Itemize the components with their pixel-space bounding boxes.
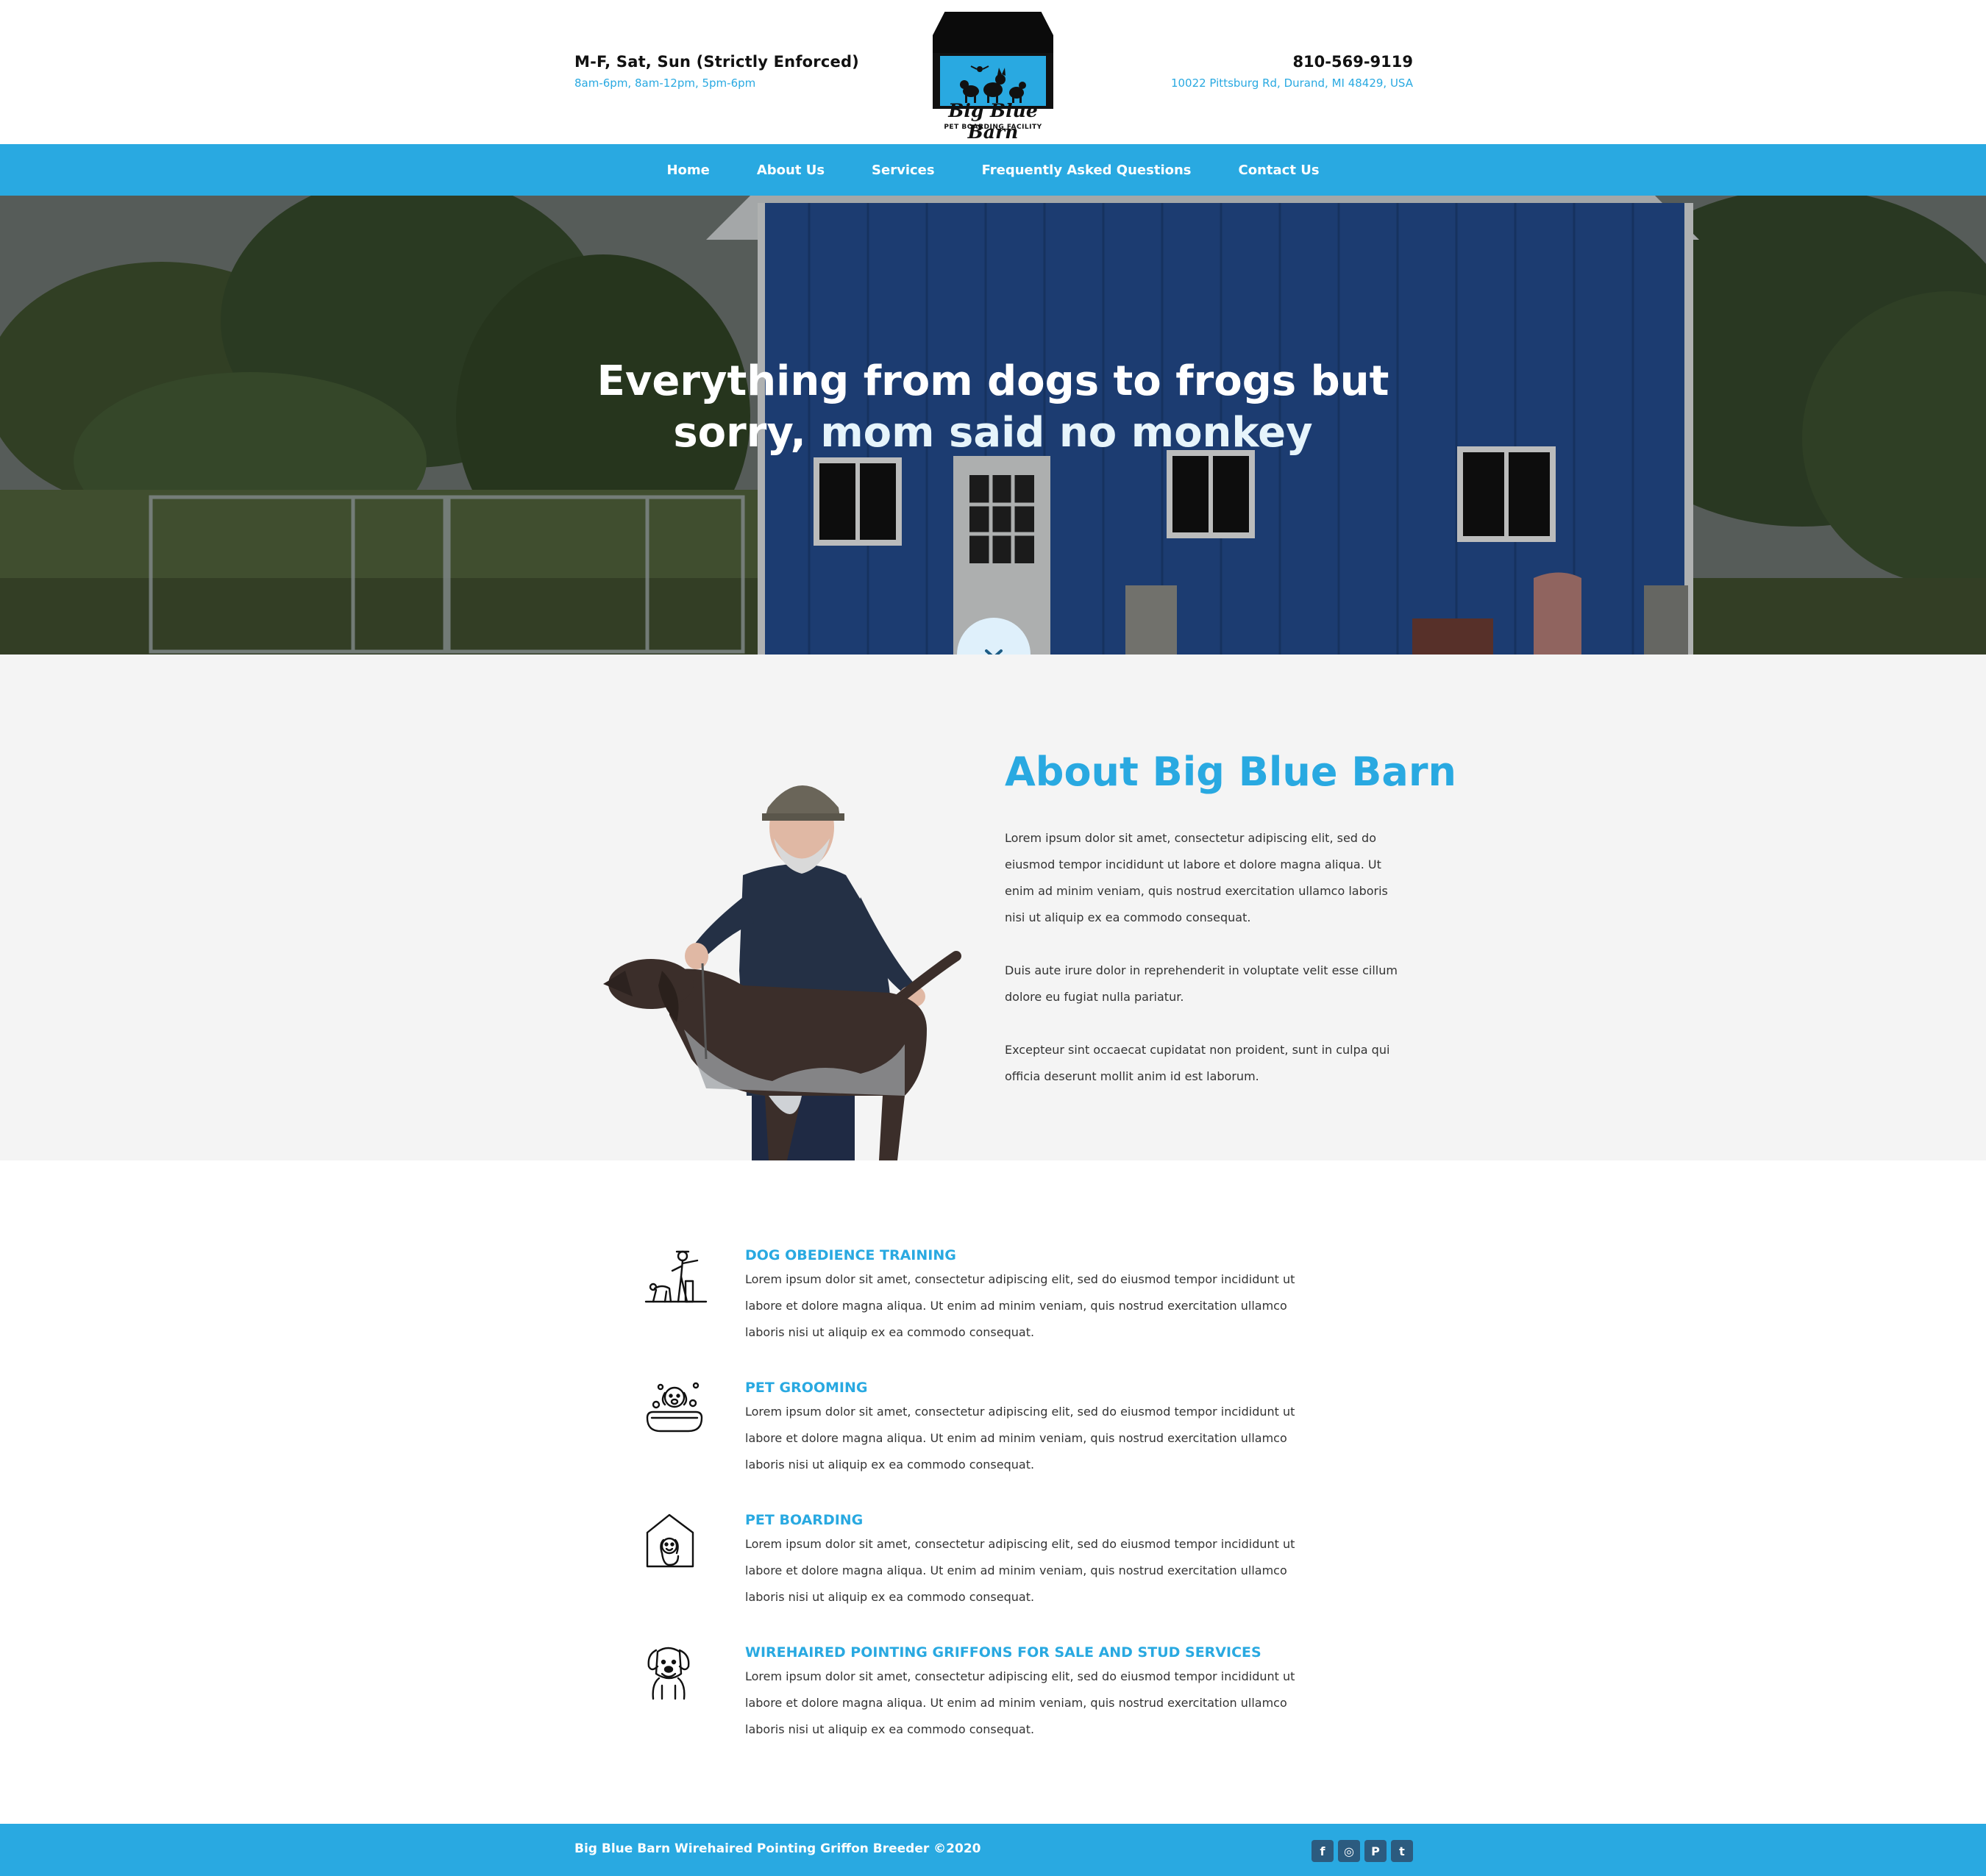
copyright-text: Big Blue Barn Wirehaired Pointing Griffo… (574, 1841, 981, 1856)
dog-house-icon (646, 1513, 694, 1568)
hero-headline: Everything from dogs to frogs but sorry,… (0, 356, 1986, 459)
phone-number[interactable]: 810-569-9119 (1171, 53, 1413, 71)
griffon-dog-icon (647, 1647, 690, 1700)
dog-bath-icon (646, 1382, 703, 1433)
site-logo[interactable]: Big Blue Barn PET BOARDING FACILITY (930, 12, 1056, 143)
pinterest-icon[interactable]: P (1364, 1840, 1387, 1862)
about-paragraph-2: Duis aute irure dolor in reprehenderit i… (1005, 963, 1398, 1004)
owner-with-dog-photo (603, 785, 961, 1160)
logo-animals-icon (960, 65, 1026, 103)
logo-subtitle: PET BOARDING FACILITY (944, 124, 1042, 131)
twitter-icon[interactable]: t (1391, 1840, 1413, 1862)
hero-banner: Everything from dogs to frogs but sorry,… (0, 196, 1986, 655)
hero-line-1: Everything from dogs to frogs but (597, 357, 1389, 405)
nav-item-contact[interactable]: Contact Us (1239, 163, 1320, 178)
dog-training-icon (644, 1250, 708, 1303)
hero-line-2b: mom said no monkey (820, 409, 1313, 457)
hero-line-2a: sorry, (673, 409, 821, 457)
service-description: Lorem ipsum dolor sit amet, consectetur … (745, 1405, 1295, 1472)
site-header: M-F, Sat, Sun (Strictly Enforced) 8am-6p… (0, 0, 1986, 144)
facebook-icon[interactable]: f (1311, 1840, 1334, 1862)
service-title[interactable]: PET BOARDING (745, 1512, 863, 1528)
about-section: About Big Blue Barn Lorem ipsum dolor si… (0, 655, 1986, 1160)
nav-item-services[interactable]: Services (872, 163, 935, 178)
service-description: Lorem ipsum dolor sit amet, consectetur … (745, 1669, 1295, 1736)
service-description: Lorem ipsum dolor sit amet, consectetur … (745, 1272, 1295, 1339)
service-description: Lorem ipsum dolor sit amet, consectetur … (745, 1537, 1295, 1604)
nav-item-faq[interactable]: Frequently Asked Questions (982, 163, 1192, 178)
site-footer: Big Blue Barn Wirehaired Pointing Griffo… (0, 1824, 1986, 1876)
about-title: About Big Blue Barn (1005, 749, 1456, 795)
business-hours: M-F, Sat, Sun (Strictly Enforced) 8am-6p… (574, 53, 859, 90)
nav-list: Home About Us Services Frequently Asked … (0, 144, 1986, 196)
instagram-icon[interactable]: ◎ (1338, 1840, 1360, 1862)
contact-info: 810-569-9119 10022 Pittsburg Rd, Durand,… (1171, 53, 1413, 90)
main-nav: Home About Us Services Frequently Asked … (0, 144, 1986, 196)
service-title[interactable]: PET GROOMING (745, 1380, 867, 1396)
about-paragraph-3: Excepteur sint occaecat cupidatat non pr… (1005, 1043, 1390, 1083)
nav-item-about[interactable]: About Us (757, 163, 825, 178)
about-paragraph-1: Lorem ipsum dolor sit amet, consectetur … (1005, 831, 1388, 924)
address[interactable]: 10022 Pittsburg Rd, Durand, MI 48429, US… (1171, 76, 1413, 90)
service-title[interactable]: WIREHAIRED POINTING GRIFFONS FOR SALE AN… (745, 1644, 1261, 1661)
hours-days: M-F, Sat, Sun (Strictly Enforced) (574, 53, 859, 71)
service-title[interactable]: DOG OBEDIENCE TRAINING (745, 1247, 956, 1263)
nav-item-home[interactable]: Home (666, 163, 709, 178)
social-links: f ◎ P t (1307, 1840, 1413, 1862)
logo-name: Big Blue Barn (948, 100, 1038, 143)
logo-roof (933, 12, 1053, 54)
hours-times: 8am-6pm, 8am-12pm, 5pm-6pm (574, 76, 756, 90)
